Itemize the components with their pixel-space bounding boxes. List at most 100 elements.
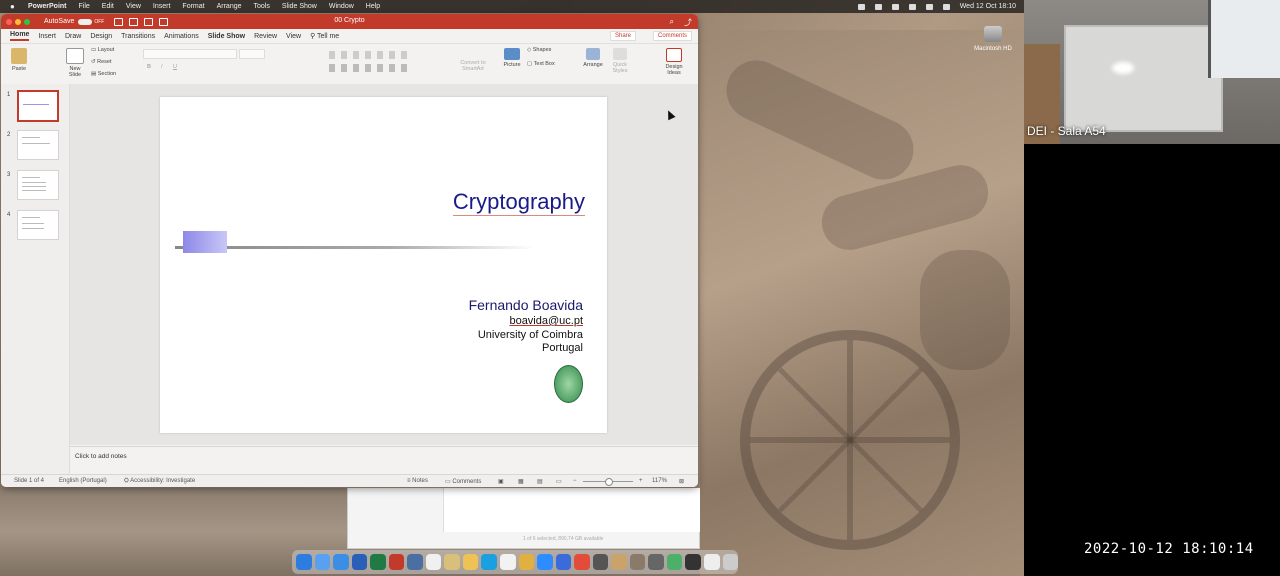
comments-button[interactable]: Comments <box>652 31 692 41</box>
tab-animations[interactable]: Animations <box>164 33 199 40</box>
folder-icon[interactable] <box>462 554 479 570</box>
tab-transitions[interactable]: Transitions <box>121 33 155 40</box>
app-dark-icon[interactable] <box>685 554 702 570</box>
zoom-level[interactable]: 117% <box>652 478 667 484</box>
italic-button[interactable]: I <box>161 64 163 70</box>
underline-button[interactable]: U <box>173 64 177 70</box>
downloads-icon[interactable] <box>629 554 646 570</box>
undo-icon[interactable] <box>144 17 154 26</box>
menu-file[interactable]: File <box>79 3 90 10</box>
normal-view-icon[interactable]: ▣ <box>498 478 504 485</box>
excel-icon[interactable] <box>370 554 386 570</box>
word-icon[interactable] <box>351 554 368 570</box>
files-icon[interactable] <box>518 554 535 570</box>
zoom-in-button[interactable]: + <box>639 478 643 484</box>
camera-icon[interactable] <box>874 3 882 10</box>
safari-icon[interactable] <box>333 554 349 570</box>
vscode-icon[interactable] <box>555 554 572 570</box>
convert-smartart-button[interactable]: Convert to SmartArt <box>455 60 491 72</box>
menu-format[interactable]: Format <box>182 3 204 10</box>
section-button[interactable]: ▤ Section <box>91 71 116 77</box>
terminal-icon[interactable] <box>592 554 609 570</box>
app-green-icon[interactable] <box>666 554 683 570</box>
paste-button[interactable]: Paste <box>7 48 31 72</box>
app-icon[interactable] <box>648 554 664 570</box>
notes-app-icon[interactable] <box>444 554 460 570</box>
picture-button[interactable]: Picture <box>501 48 523 68</box>
notes-pane[interactable]: Click to add notes <box>70 446 698 473</box>
calendar-date-icon[interactable] <box>500 554 516 570</box>
menu-window[interactable]: Window <box>329 3 354 10</box>
alignment-tools[interactable] <box>329 64 409 72</box>
slide-thumbnail-2[interactable] <box>17 130 59 160</box>
search-icon[interactable]: ⌕ <box>670 17 674 28</box>
slide-author[interactable]: Fernando Boavida <box>469 297 583 313</box>
font-size-select[interactable] <box>239 49 265 59</box>
minimize-window-button[interactable] <box>15 18 21 25</box>
reset-button[interactable]: ↺ Reset <box>91 59 112 65</box>
battery-icon[interactable] <box>891 3 899 10</box>
redo-icon[interactable] <box>159 17 169 26</box>
menu-help[interactable]: Help <box>366 3 380 10</box>
shapes-button[interactable]: ◇ Shapes <box>527 47 551 53</box>
tell-me-search[interactable]: ⚲ Tell me <box>310 32 339 40</box>
bold-button[interactable]: B <box>147 64 151 70</box>
home-icon[interactable] <box>114 17 124 26</box>
spotlight-icon[interactable] <box>925 3 933 10</box>
tab-review[interactable]: Review <box>254 33 277 40</box>
background-finder-window[interactable]: 1 of 6 selected, 890,74 GB available <box>347 488 700 549</box>
menu-view[interactable]: View <box>126 3 141 10</box>
zoom-icon[interactable] <box>537 554 553 570</box>
trash-icon[interactable] <box>722 554 739 570</box>
finder-icon[interactable] <box>296 554 312 570</box>
slideshow-view-icon[interactable]: ▭ <box>556 478 562 485</box>
slide-thumbnail-4[interactable] <box>17 210 59 240</box>
tab-draw[interactable]: Draw <box>65 33 81 40</box>
powerpoint-icon[interactable] <box>388 554 405 570</box>
wifi-icon[interactable] <box>908 3 916 10</box>
slide-country[interactable]: Portugal <box>542 342 583 354</box>
autosave-toggle[interactable] <box>78 18 93 25</box>
tab-home[interactable]: Home <box>10 31 30 41</box>
preview-icon[interactable] <box>407 554 423 570</box>
new-slide-button[interactable]: New Slide <box>63 48 87 78</box>
zoom-out-button[interactable]: − <box>573 478 577 484</box>
menu-slide-show[interactable]: Slide Show <box>282 3 317 10</box>
comments-toggle-button[interactable]: ▭ Comments <box>445 478 481 485</box>
menu-insert[interactable]: Insert <box>153 3 171 10</box>
share-link-icon[interactable]: ⤴ <box>684 17 692 28</box>
archive-icon[interactable] <box>611 554 627 570</box>
menubar-clock[interactable]: Wed 12 Oct 18:10 <box>960 3 1016 10</box>
menubar-app-name[interactable]: PowerPoint <box>28 3 67 10</box>
tab-slide-show[interactable]: Slide Show <box>208 33 245 40</box>
menu-tools[interactable]: Tools <box>254 3 270 10</box>
slide-thumbnail-3[interactable] <box>17 170 59 200</box>
layout-button[interactable]: ▭ Layout <box>91 47 114 53</box>
design-ideas-button[interactable]: Design Ideas <box>661 48 687 76</box>
quick-styles-button[interactable]: Quick Styles <box>609 48 631 74</box>
slide-institution[interactable]: University of Coimbra <box>478 329 583 341</box>
launchpad-icon[interactable] <box>314 554 331 570</box>
slide-title[interactable]: Cryptography <box>452 189 586 216</box>
language-indicator[interactable]: English (Portugal) <box>59 478 107 484</box>
maximize-window-button[interactable] <box>24 18 30 25</box>
slide-email[interactable]: boavida@uc.pt <box>509 315 583 327</box>
tab-insert[interactable]: Insert <box>38 33 56 40</box>
menu-edit[interactable]: Edit <box>102 3 114 10</box>
chrome-icon[interactable] <box>574 554 590 570</box>
save-icon[interactable] <box>129 17 139 26</box>
tab-design[interactable]: Design <box>90 33 112 40</box>
paragraph-tools[interactable] <box>329 51 409 59</box>
close-window-button[interactable] <box>6 18 12 25</box>
notes-toggle-button[interactable]: ≡ Notes <box>407 478 428 484</box>
menu-arrange[interactable]: Arrange <box>217 3 242 10</box>
zoom-slider-handle[interactable] <box>605 478 613 486</box>
slide-thumbnail-1[interactable] <box>17 90 59 122</box>
status-app-icon[interactable] <box>857 3 865 10</box>
fit-to-window-icon[interactable]: ⊠ <box>679 478 684 485</box>
current-slide[interactable]: Cryptography Fernando Boavida boavida@uc… <box>160 97 607 433</box>
text-box-button[interactable]: ▢ Text Box <box>527 61 555 67</box>
document-icon[interactable] <box>704 554 720 570</box>
apple-icon[interactable]: ● <box>10 2 20 11</box>
reading-view-icon[interactable]: ▤ <box>537 478 543 485</box>
